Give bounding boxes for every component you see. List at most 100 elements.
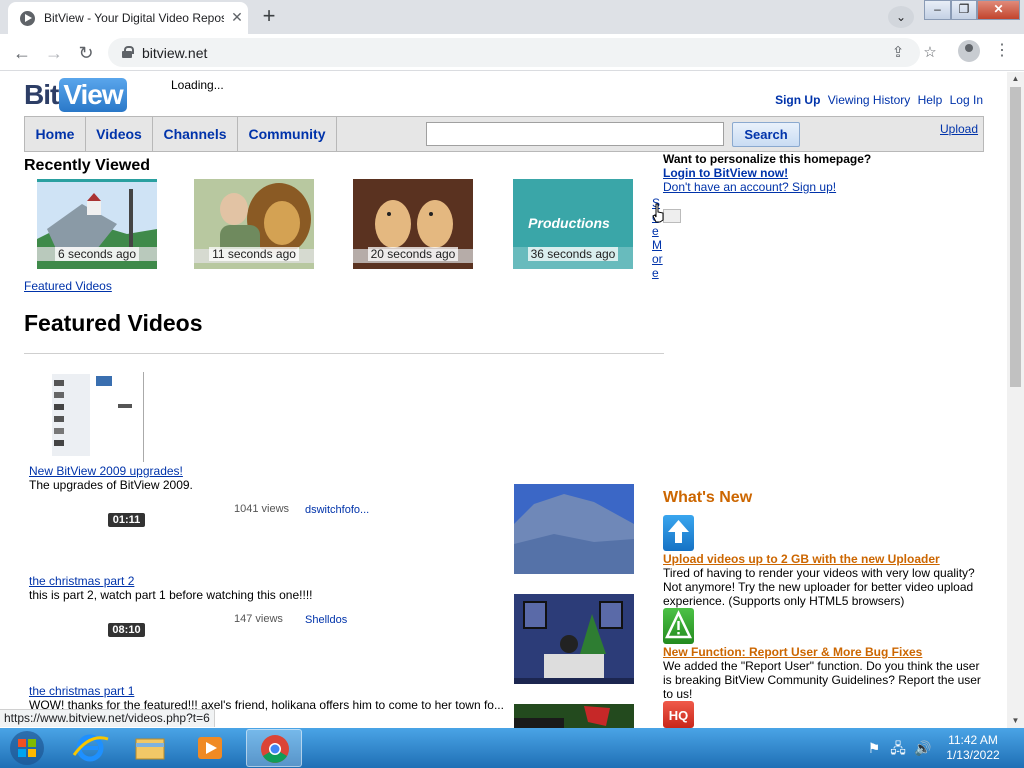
upload-arrow-icon xyxy=(663,515,694,551)
video-title-link-2[interactable]: the christmas part 2 xyxy=(29,574,134,588)
video-thumb-2[interactable] xyxy=(514,594,634,684)
whats-new-item-head-2[interactable]: New Function: Report User & More Bug Fix… xyxy=(663,645,922,659)
network-icon[interactable]: 🖧 xyxy=(890,740,906,756)
recent-video-thumb-3[interactable]: 20 seconds ago xyxy=(353,179,473,269)
new-tab-button[interactable]: + xyxy=(256,5,282,29)
featured-videos-heading: Featured Videos xyxy=(24,310,203,336)
taskbar: ⚑ 🖧 🔊 11:42 AM 1/13/2022 xyxy=(0,728,1024,768)
viewing-history-link[interactable]: Viewing History xyxy=(828,93,910,107)
page-scrollbar[interactable]: ▲ ▼ xyxy=(1007,72,1024,728)
top-links: Sign Up Viewing History Help Log In xyxy=(771,93,983,107)
personalize-box: Want to personalize this homepage? Login… xyxy=(663,152,871,194)
url-text: bitview.net xyxy=(142,45,208,61)
recent-time-1: 6 seconds ago xyxy=(54,247,140,261)
hand-cursor-icon xyxy=(652,203,664,223)
chrome-taskbar-icon[interactable] xyxy=(246,729,302,767)
recent-video-thumb-4[interactable]: Productions 36 seconds ago xyxy=(513,179,633,269)
warning-icon xyxy=(663,608,694,644)
search-button[interactable]: Search xyxy=(732,122,800,147)
volume-icon[interactable]: 🔊 xyxy=(914,740,931,756)
loading-text: Loading... xyxy=(171,78,224,92)
scroll-thumb[interactable] xyxy=(1010,87,1021,387)
sign-up-link[interactable]: Sign Up xyxy=(775,93,820,107)
productions-caption: Productions xyxy=(528,215,610,231)
whats-new-item-text-1: Tired of having to render your videos wi… xyxy=(663,566,975,608)
maximize-button[interactable]: ❐ xyxy=(951,0,977,20)
log-in-link[interactable]: Log In xyxy=(950,93,983,107)
personalize-question: Want to personalize this homepage? xyxy=(663,152,872,166)
system-clock[interactable]: 11:42 AM 1/13/2022 xyxy=(934,733,1012,763)
lock-icon xyxy=(122,46,134,58)
clock-date: 1/13/2022 xyxy=(946,748,1000,762)
screenshot-thumbnail xyxy=(52,372,143,462)
christmas-room-thumbnail xyxy=(514,594,634,684)
link-status-bar: https://www.bitview.net/videos.php?t=6 xyxy=(0,709,215,727)
tab-title: BitView - Your Digital Video Repository xyxy=(44,11,224,25)
help-link[interactable]: Help xyxy=(918,93,943,107)
recent-video-thumb-2[interactable]: 11 seconds ago xyxy=(194,179,314,269)
signup-link[interactable]: Don't have an account? Sign up! xyxy=(663,180,871,194)
search-input[interactable] xyxy=(426,122,724,146)
nav-channels[interactable]: Channels xyxy=(153,117,238,151)
reload-icon[interactable]: ↻ xyxy=(74,41,98,65)
recent-time-2: 11 seconds ago xyxy=(209,247,299,261)
video-views-1: 1041 views xyxy=(234,503,290,515)
start-button[interactable] xyxy=(4,729,50,767)
browser-toolbar: ← → ↻ bitview.net ⇪ ☆ xyxy=(0,34,1024,71)
login-now-link[interactable]: Login to BitView now! xyxy=(663,166,871,180)
hq-icon: HQ xyxy=(663,701,694,728)
upload-link[interactable]: Upload xyxy=(940,122,978,136)
recent-time-3: 20 seconds ago xyxy=(367,247,459,261)
video-title-link-3[interactable]: the christmas part 1 xyxy=(29,684,134,698)
video-user-link-1[interactable]: dswitchfofo... xyxy=(305,504,369,516)
media-player-taskbar-icon[interactable] xyxy=(182,729,238,767)
menu-kebab-icon[interactable]: ⋮ xyxy=(994,41,1010,61)
address-bar[interactable]: bitview.net ⇪ ☆ xyxy=(108,38,937,67)
recently-viewed-heading: Recently Viewed xyxy=(24,157,150,174)
video-user-link-2[interactable]: Shelldos xyxy=(305,614,347,626)
page-viewport: Bit View Loading... Sign Up Viewing Histo… xyxy=(0,72,1007,728)
bookmark-star-icon[interactable]: ☆ xyxy=(920,43,940,63)
tab-close-icon[interactable]: ✕ xyxy=(228,8,246,26)
back-arrow-icon[interactable]: ← xyxy=(10,41,34,65)
file-explorer-taskbar-icon[interactable] xyxy=(122,729,178,767)
nav-videos[interactable]: Videos xyxy=(86,117,153,151)
video-duration-2: 08:10 xyxy=(108,623,145,637)
scroll-down-arrow-icon[interactable]: ▼ xyxy=(1007,714,1024,728)
red-hat-thumbnail xyxy=(514,704,634,728)
clock-time: 11:42 AM xyxy=(948,733,998,747)
recent-video-thumb-1[interactable]: 6 seconds ago xyxy=(37,179,157,269)
forward-arrow-icon[interactable]: → xyxy=(42,41,66,65)
windows-logo-icon xyxy=(10,731,44,765)
whats-new-item-text-2: We added the "Report User" function. Do … xyxy=(663,659,981,701)
whats-new-heading: What's New xyxy=(663,489,753,506)
action-center-flag-icon[interactable]: ⚑ xyxy=(866,740,882,756)
video-desc-1: The upgrades of BitView 2009. xyxy=(29,478,193,492)
video-title-link-1[interactable]: New BitView 2009 upgrades! xyxy=(29,464,183,478)
featured-videos-link[interactable]: Featured Videos xyxy=(24,279,112,293)
recent-time-4: 36 seconds ago xyxy=(527,247,619,261)
browser-tab[interactable]: BitView - Your Digital Video Repository … xyxy=(8,2,248,34)
minimize-button[interactable]: – xyxy=(924,0,951,20)
tab-strip: BitView - Your Digital Video Repository … xyxy=(0,0,1024,34)
video-duration-1: 01:11 xyxy=(108,513,145,527)
broken-image-icon xyxy=(663,209,681,223)
scroll-up-arrow-icon[interactable]: ▲ xyxy=(1007,72,1024,86)
video-thumb-1[interactable] xyxy=(514,484,634,574)
tab-search-button[interactable]: ⌄ xyxy=(888,6,914,28)
video-views-2: 147 views xyxy=(234,613,283,625)
nav-home[interactable]: Home xyxy=(25,117,86,151)
nav-community[interactable]: Community xyxy=(238,117,337,151)
featured-video-thumb-1[interactable] xyxy=(52,372,144,462)
video-thumb-3[interactable] xyxy=(514,704,634,728)
bitview-logo[interactable]: Bit View xyxy=(24,78,127,112)
profile-avatar-icon[interactable] xyxy=(958,40,980,62)
window-close-button[interactable]: ✕ xyxy=(977,0,1020,20)
video-desc-2: this is part 2, watch part 1 before watc… xyxy=(29,588,313,602)
internet-explorer-taskbar-icon[interactable] xyxy=(62,729,118,767)
share-icon[interactable]: ⇪ xyxy=(888,43,908,63)
main-nav-bar: Home Videos Channels Community Search Up… xyxy=(24,116,984,152)
whats-new-item-head-1[interactable]: Upload videos up to 2 GB with the new Up… xyxy=(663,552,940,566)
sky-hill-thumbnail xyxy=(514,484,634,574)
site-favicon-icon xyxy=(20,11,35,26)
